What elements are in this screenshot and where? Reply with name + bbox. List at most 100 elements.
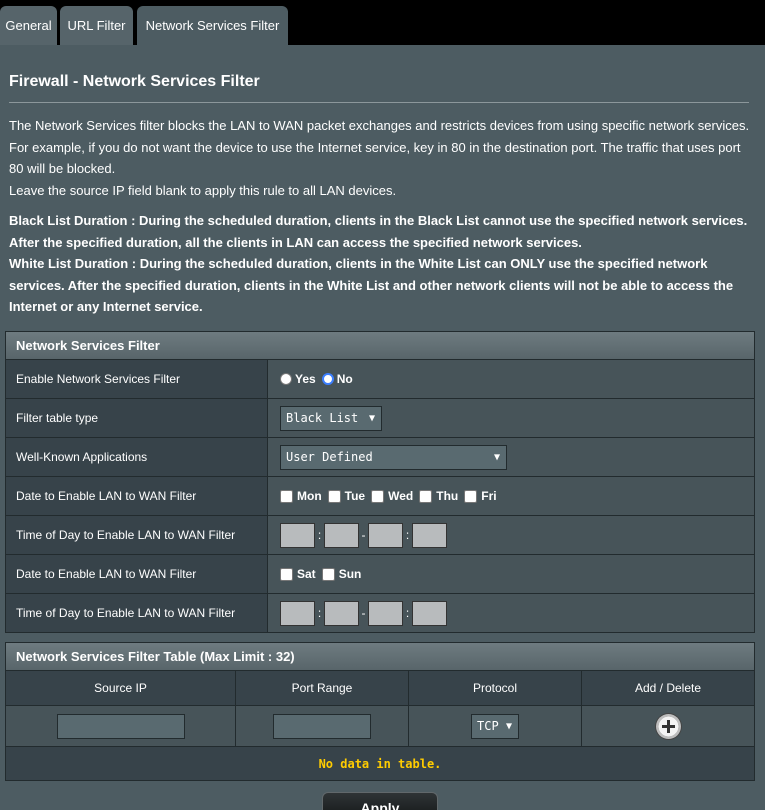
checkbox-sat[interactable] xyxy=(280,567,293,581)
weekend-end-minute-input[interactable] xyxy=(412,600,447,626)
protocol-cell: TCP ▼ xyxy=(409,706,582,746)
description-line-2: For example, if you do not want the devi… xyxy=(9,139,741,177)
weekday-checkboxes: Mon Tue Wed Thu Fri xyxy=(268,477,754,515)
weekend-end-hour-input[interactable] xyxy=(368,600,403,626)
weekend-checkboxes: Sat Sun xyxy=(268,555,754,593)
weekday-end-hour-input[interactable] xyxy=(368,522,403,548)
settings-table: Network Services Filter Enable Network S… xyxy=(5,331,755,633)
settings-table-header: Network Services Filter xyxy=(6,332,754,359)
weekend-time-inputs: : - : xyxy=(268,594,754,632)
weekday-date-label: Date to Enable LAN to WAN Filter xyxy=(6,477,268,515)
column-port-range: Port Range xyxy=(236,671,409,705)
checkbox-sun[interactable] xyxy=(321,567,335,581)
description-line-3: Leave the source IP field blank to apply… xyxy=(9,182,397,198)
filter-table-columns: Source IP Port Range Protocol Add / Dele… xyxy=(6,670,754,705)
white-list-description: White List Duration : During the schedul… xyxy=(9,256,734,314)
checkbox-thu[interactable] xyxy=(419,489,433,503)
tab-bar: General URL Filter Network Services Filt… xyxy=(0,0,765,45)
colon-separator: : xyxy=(317,528,322,542)
colon-separator: : xyxy=(317,606,322,620)
day-tue[interactable]: Tue xyxy=(327,489,366,503)
dash-separator: - xyxy=(361,606,366,620)
checkbox-tue[interactable] xyxy=(327,489,341,503)
page-title: Firewall - Network Services Filter xyxy=(9,73,260,90)
day-sat[interactable]: Sat xyxy=(280,567,316,581)
apply-button[interactable]: Apply xyxy=(322,792,438,810)
tab-network-services-filter[interactable]: Network Services Filter xyxy=(137,6,288,45)
chevron-down-icon: ▼ xyxy=(505,720,512,732)
radio-yes[interactable] xyxy=(280,373,292,385)
enable-filter-options: Yes No xyxy=(268,360,754,398)
filter-table-header: Network Services Filter Table (Max Limit… xyxy=(6,643,754,670)
tab-general[interactable]: General xyxy=(0,6,57,45)
protocol-value: TCP xyxy=(477,719,499,733)
apps-cell: User Defined ▼ xyxy=(268,438,754,476)
column-add-delete: Add / Delete xyxy=(582,671,754,705)
content-panel: Firewall - Network Services Filter The N… xyxy=(0,45,765,810)
day-thu[interactable]: Thu xyxy=(419,489,458,503)
day-wed[interactable]: Wed xyxy=(371,489,413,503)
radio-no-label: No xyxy=(336,372,353,386)
apps-row: Well-Known Applications User Defined ▼ xyxy=(6,437,754,476)
radio-no[interactable] xyxy=(321,373,334,385)
day-mon[interactable]: Mon xyxy=(280,489,322,503)
weekday-start-minute-input[interactable] xyxy=(324,522,359,548)
day-mon-label: Mon xyxy=(297,489,322,503)
day-tue-label: Tue xyxy=(344,489,366,503)
day-thu-label: Thu xyxy=(436,489,459,503)
title-divider xyxy=(9,102,749,103)
apps-value: User Defined xyxy=(286,450,373,464)
weekend-time-row: Time of Day to Enable LAN to WAN Filter … xyxy=(6,593,754,632)
weekday-time-row: Time of Day to Enable LAN to WAN Filter … xyxy=(6,515,754,554)
enable-filter-row: Enable Network Services Filter Yes No xyxy=(6,359,754,398)
table-type-cell: Black List ▼ xyxy=(268,399,754,437)
checkbox-fri[interactable] xyxy=(464,489,478,503)
tab-url-filter[interactable]: URL Filter xyxy=(60,6,133,45)
weekday-start-hour-input[interactable] xyxy=(280,522,315,548)
colon-separator: : xyxy=(405,606,410,620)
enable-no-option[interactable]: No xyxy=(321,372,353,386)
column-source-ip: Source IP xyxy=(6,671,236,705)
table-type-select[interactable]: Black List ▼ xyxy=(280,405,382,431)
enable-yes-option[interactable]: Yes xyxy=(280,372,316,386)
weekend-date-row: Date to Enable LAN to WAN Filter Sat Sun xyxy=(6,554,754,593)
enable-filter-label: Enable Network Services Filter xyxy=(6,360,268,398)
chevron-down-icon: ▼ xyxy=(368,412,375,424)
apps-label: Well-Known Applications xyxy=(6,438,268,476)
weekday-date-row: Date to Enable LAN to WAN Filter Mon Tue… xyxy=(6,476,754,515)
table-type-value: Black List xyxy=(286,411,359,425)
black-list-description: Black List Duration : During the schedul… xyxy=(9,213,748,250)
weekday-time-inputs: : - : xyxy=(268,516,754,554)
chevron-down-icon: ▼ xyxy=(493,451,500,463)
day-sun[interactable]: Sun xyxy=(321,567,362,581)
filter-entry-row: TCP ▼ xyxy=(6,705,754,746)
weekend-start-minute-input[interactable] xyxy=(324,600,359,626)
day-sun-label: Sun xyxy=(338,567,362,581)
table-type-row: Filter table type Black List ▼ xyxy=(6,398,754,437)
weekend-time-label: Time of Day to Enable LAN to WAN Filter xyxy=(6,594,268,632)
filter-table: Network Services Filter Table (Max Limit… xyxy=(5,642,755,781)
source-ip-input[interactable] xyxy=(56,713,185,739)
protocol-select[interactable]: TCP ▼ xyxy=(471,713,519,739)
description-line-1: The Network Services filter blocks the L… xyxy=(9,118,750,133)
weekend-date-label: Date to Enable LAN to WAN Filter xyxy=(6,555,268,593)
apps-select[interactable]: User Defined ▼ xyxy=(280,444,507,470)
weekday-time-label: Time of Day to Enable LAN to WAN Filter xyxy=(6,516,268,554)
day-fri-label: Fri xyxy=(481,489,497,503)
port-range-input[interactable] xyxy=(273,713,371,739)
checkbox-mon[interactable] xyxy=(280,489,293,503)
day-sat-label: Sat xyxy=(297,567,316,581)
weekend-start-hour-input[interactable] xyxy=(280,600,315,626)
column-protocol: Protocol xyxy=(409,671,582,705)
add-cell xyxy=(582,706,754,746)
checkbox-wed[interactable] xyxy=(371,489,385,503)
day-fri[interactable]: Fri xyxy=(464,489,497,503)
router-settings-page: General URL Filter Network Services Filt… xyxy=(0,0,765,810)
description: The Network Services filter blocks the L… xyxy=(9,115,754,318)
colon-separator: : xyxy=(405,528,410,542)
add-icon[interactable] xyxy=(655,713,681,739)
day-wed-label: Wed xyxy=(388,489,414,503)
source-ip-cell xyxy=(6,706,236,746)
weekday-end-minute-input[interactable] xyxy=(412,522,447,548)
empty-table-message: No data in table. xyxy=(6,746,754,780)
